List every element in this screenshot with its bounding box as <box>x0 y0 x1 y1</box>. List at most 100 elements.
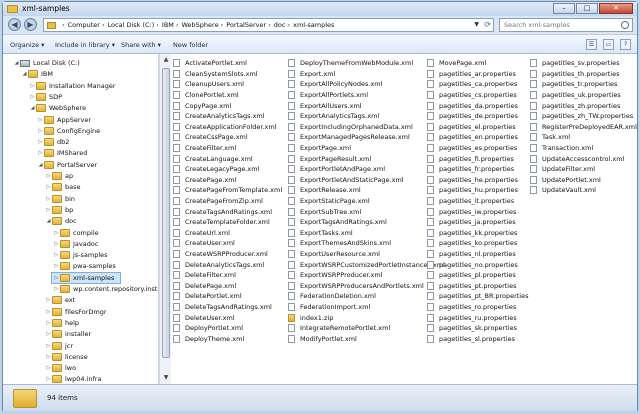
breadcrumb-separator-icon[interactable]: › <box>62 21 65 29</box>
file-item[interactable]: ExportWSRPProducer.xml <box>288 270 445 281</box>
collapsed-arrow-icon[interactable]: ▷ <box>53 230 60 236</box>
file-item[interactable]: pagetitles_sl.properties <box>427 333 528 344</box>
file-item[interactable]: DeleteTagsAndRatings.xml <box>173 302 282 313</box>
share-with-button[interactable]: Share with ▾ <box>121 41 161 49</box>
file-item[interactable]: pagetitles_zh_TW.properties <box>530 111 637 122</box>
file-item[interactable]: pagetitles_cs.properties <box>427 90 528 101</box>
file-item[interactable]: pagetitles_he.properties <box>427 175 528 186</box>
file-item[interactable]: ExportStaticPage.xml <box>288 196 445 207</box>
expanded-arrow-icon[interactable]: ◢ <box>37 162 44 168</box>
nav-item[interactable]: ▷ filesForDmgr <box>45 306 107 318</box>
file-item[interactable]: ExportManagedPagesRelease.xml <box>288 132 445 143</box>
file-item[interactable]: ClonePortlet.xml <box>173 90 282 101</box>
breadcrumb-item[interactable]: PortalServer <box>226 21 266 29</box>
nav-item[interactable]: ▷ bp <box>45 204 73 216</box>
file-item[interactable]: pagetitles_uk.properties <box>530 90 637 101</box>
file-item[interactable]: DeployThemeFromWebModule.xml <box>288 58 445 69</box>
refresh-icon[interactable]: ⟳ <box>484 20 491 29</box>
file-item[interactable]: pagetitles_kk.properties <box>427 228 528 239</box>
file-item[interactable]: pagetitles_en.properties <box>427 132 528 143</box>
nav-item[interactable]: ▷ Installation Manager <box>29 80 116 92</box>
collapsed-arrow-icon[interactable]: ▷ <box>45 207 52 213</box>
nav-item[interactable]: ▷ ap <box>45 170 73 182</box>
nav-item[interactable]: ◢ WebSphere <box>29 102 86 114</box>
file-item[interactable]: pagetitles_ko.properties <box>427 238 528 249</box>
nav-item[interactable]: ▷ IMShared <box>37 147 87 159</box>
file-item[interactable]: DeleteUser.xml <box>173 312 282 323</box>
nav-item[interactable]: ▷ bin <box>45 193 75 205</box>
file-item[interactable]: ExportTasks.xml <box>288 228 445 239</box>
file-item[interactable]: DeployTheme.xml <box>173 333 282 344</box>
file-item[interactable]: FederationDeletion.xml <box>288 291 445 302</box>
file-item[interactable]: ExportTagsAndRatings.xml <box>288 217 445 228</box>
collapsed-arrow-icon[interactable]: ▷ <box>29 83 36 89</box>
file-item[interactable]: CreateApplicationFolder.xml <box>173 122 282 133</box>
file-item[interactable]: pagetitles_ja.properties <box>427 217 528 228</box>
collapsed-arrow-icon[interactable]: ▷ <box>45 331 52 337</box>
nav-item[interactable]: ▷ xml-samples <box>51 271 122 284</box>
file-item[interactable]: DeleteAnalyticsTags.xml <box>173 259 282 270</box>
file-item[interactable]: pagetitles_it.properties <box>427 196 528 207</box>
preview-pane-icon[interactable]: ▭ <box>603 39 614 50</box>
file-item[interactable]: pagetitles_da.properties <box>427 100 528 111</box>
file-item[interactable]: CleanupUsers.xml <box>173 79 282 90</box>
file-item[interactable]: CreateFilter.xml <box>173 143 282 154</box>
nav-item[interactable]: ▷ js-samples <box>53 249 108 261</box>
file-item[interactable]: UpdateVault.xml <box>530 185 637 196</box>
collapsed-arrow-icon[interactable]: ▷ <box>37 128 44 134</box>
maximize-button[interactable]: □ <box>576 3 598 14</box>
file-item[interactable]: pagetitles_es.properties <box>427 143 528 154</box>
scrollbar-thumb[interactable] <box>162 68 170 358</box>
file-item[interactable]: ExportPage.xml <box>288 143 445 154</box>
nav-item[interactable]: ▷ wp.content.repository.install.doc <box>53 283 158 295</box>
nav-item[interactable]: ▷ help <box>45 317 79 329</box>
collapsed-arrow-icon[interactable]: ▷ <box>53 263 60 269</box>
expanded-arrow-icon[interactable]: ◢ <box>13 60 20 66</box>
view-options-icon[interactable]: ☰ <box>586 39 597 50</box>
nav-item[interactable]: ▷ installer <box>45 328 91 340</box>
file-item[interactable]: pagetitles_ru.properties <box>427 312 528 323</box>
collapsed-arrow-icon[interactable]: ▷ <box>37 117 44 123</box>
nav-item[interactable]: ▷ jcr <box>45 340 73 352</box>
file-item[interactable]: pagetitles_zh.properties <box>530 100 637 111</box>
breadcrumb-separator-icon[interactable]: › <box>156 21 159 29</box>
file-item[interactable]: Task.xml <box>530 132 637 143</box>
file-item[interactable]: ExportAnalyticsTags.xml <box>288 111 445 122</box>
file-item[interactable]: ExportThemesAndSkins.xml <box>288 238 445 249</box>
file-item[interactable]: ExportWSRPCustomizedPortletInstances.xml <box>288 259 445 270</box>
file-item[interactable]: ExportRelease.xml <box>288 185 445 196</box>
file-item[interactable]: CreatePageFromTemplate.xml <box>173 185 282 196</box>
file-item[interactable]: pagetitles_pt.properties <box>427 280 528 291</box>
nav-item[interactable]: ▷ Javadoc <box>53 238 98 250</box>
file-item[interactable]: ExportAllPolicyNodes.xml <box>288 79 445 90</box>
file-item[interactable]: ExportPageResult.xml <box>288 153 445 164</box>
collapsed-arrow-icon[interactable]: ▷ <box>37 139 44 145</box>
file-item[interactable]: UpdatePortlet.xml <box>530 175 637 186</box>
breadcrumb-item[interactable]: WebSphere <box>182 21 219 29</box>
breadcrumb-item[interactable]: doc <box>274 21 286 29</box>
collapsed-arrow-icon[interactable]: ▷ <box>45 365 52 371</box>
breadcrumb-item[interactable]: xml-samples <box>293 21 334 29</box>
file-item[interactable]: pagetitles_ar.properties <box>427 69 528 80</box>
nav-item[interactable]: ▷ ConfigEngine <box>37 125 100 137</box>
collapsed-arrow-icon[interactable]: ▷ <box>37 150 44 156</box>
nav-item[interactable]: ▷ db2 <box>37 136 69 148</box>
back-button[interactable]: ◀ <box>8 18 21 31</box>
file-item[interactable]: DeletePage.xml <box>173 280 282 291</box>
file-item[interactable]: CreateTemplateFolder.xml <box>173 217 282 228</box>
file-item[interactable]: index1.zip <box>288 312 445 323</box>
file-item[interactable]: IntegrateRemotePortlet.xml <box>288 323 445 334</box>
file-item[interactable]: ExportAllUsers.xml <box>288 100 445 111</box>
nav-item[interactable]: ◢ PortalServer <box>37 159 97 171</box>
file-item[interactable]: pagetitles_fr.properties <box>427 164 528 175</box>
address-bar[interactable]: › Computer › Local Disk (C:) › IBM › WebSphere ›… <box>43 18 494 32</box>
file-item[interactable]: ModifyPortlet.xml <box>288 333 445 344</box>
breadcrumb-item[interactable]: IBM <box>162 21 174 29</box>
file-item[interactable]: MovePage.xml <box>427 58 528 69</box>
nav-item[interactable]: ▷ lwp04.infra <box>45 373 101 384</box>
expanded-arrow-icon[interactable]: ◢ <box>21 71 28 77</box>
file-item[interactable]: CreateUser.xml <box>173 238 282 249</box>
breadcrumb-separator-icon[interactable]: › <box>287 21 290 29</box>
nav-item[interactable]: ▷ ext <box>45 294 75 306</box>
collapsed-arrow-icon[interactable]: ▷ <box>45 196 52 202</box>
